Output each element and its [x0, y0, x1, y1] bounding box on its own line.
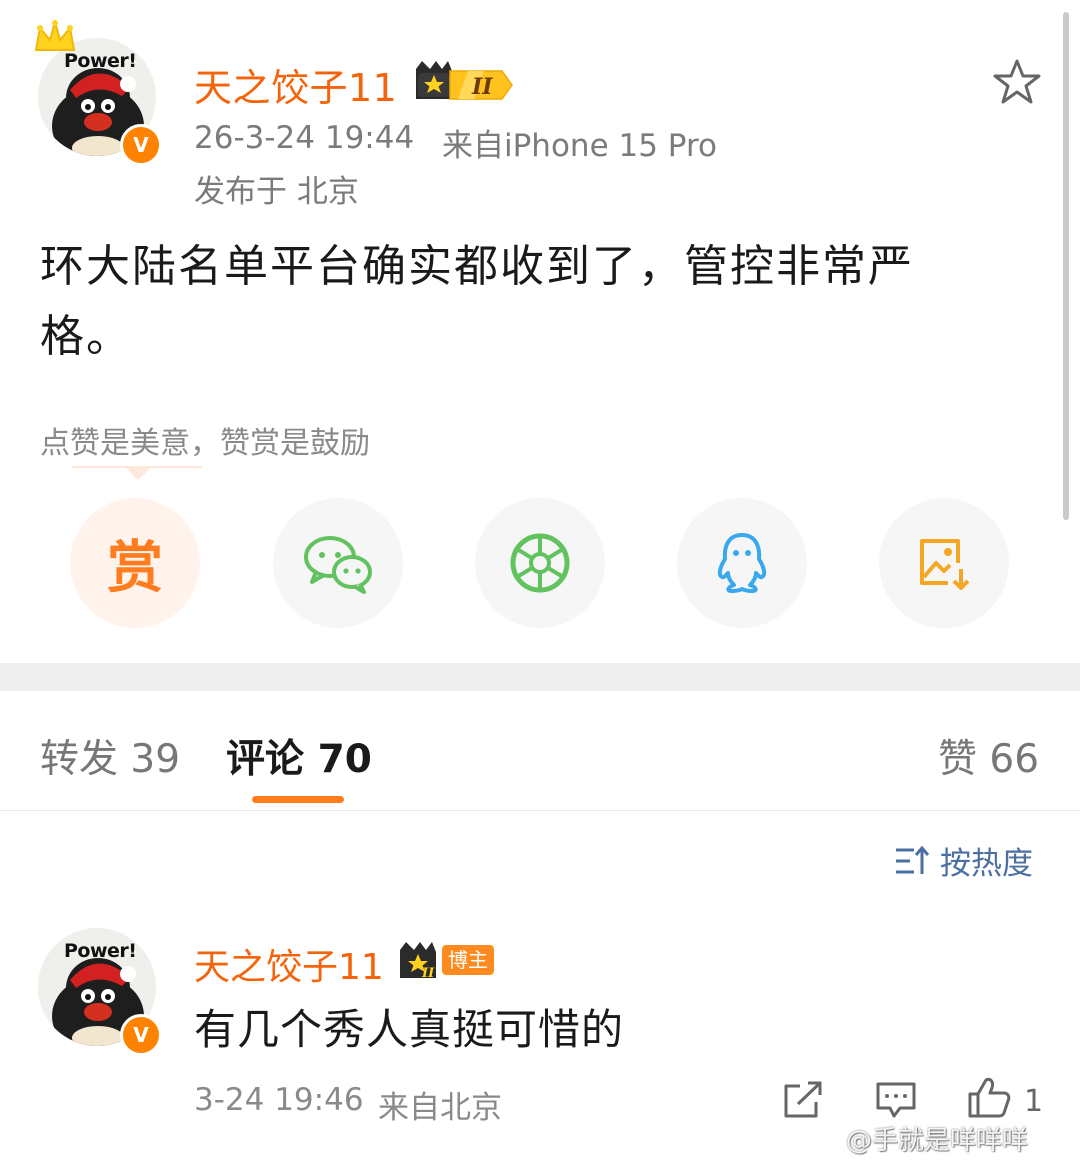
reward-button[interactable]: 赏 [70, 498, 200, 628]
active-tab-indicator [252, 796, 344, 803]
comment-text: 有几个秀人真挺可惜的 [194, 1005, 625, 1054]
verified-badge: V [120, 1014, 162, 1056]
sort-by-hot-button[interactable]: 按热度 [894, 838, 1033, 883]
comment-source: 来自北京 [378, 1090, 502, 1126]
avatar-power-text: Power! [64, 940, 137, 962]
level-number: II [421, 966, 435, 980]
share-wechat-button[interactable] [273, 498, 403, 628]
reward-tip-pointer [126, 468, 150, 480]
verified-badge: V [120, 124, 162, 166]
comment-avatar[interactable]: Power! V [38, 928, 162, 1056]
sort-icon [896, 845, 930, 874]
crown-icon [34, 20, 76, 51]
favorite-star-icon[interactable] [992, 58, 1042, 106]
tab-repost[interactable]: 转发 39 [40, 728, 180, 784]
post-source: 来自iPhone 15 Pro [442, 128, 717, 164]
like-icon[interactable] [966, 1076, 1012, 1120]
scrollbar[interactable] [1063, 12, 1069, 520]
reward-hint-text: 点赞是美意，赞赏是鼓励 [40, 426, 370, 461]
save-image-icon [920, 539, 970, 590]
level-number: II [471, 74, 493, 100]
share-qq-button[interactable] [677, 498, 807, 628]
blogger-badge: 博主 [442, 945, 494, 975]
share-icon[interactable] [782, 1080, 824, 1120]
like-count: 1 [1024, 1084, 1044, 1119]
post-body-text: 环大陆名单平台确实都收到了，管控非常严格。 [40, 241, 914, 362]
tabs-divider [0, 810, 1080, 811]
comment-time: 3-24 19:46 [194, 1082, 364, 1118]
comment-author-name[interactable]: 天之饺子11 [194, 938, 384, 990]
post-date: 26-3-24 19:44 [194, 120, 415, 156]
watermark: @手就是咩咩咩 [846, 1126, 1029, 1156]
vip-level-badge[interactable]: II [410, 59, 514, 103]
reward-icon: 赏 [107, 535, 163, 601]
post-author-name[interactable]: 天之饺子11 [194, 57, 397, 112]
moments-icon [510, 533, 570, 593]
tab-comment[interactable]: 评论 70 [226, 728, 372, 784]
tab-like[interactable]: 赞 66 [938, 728, 1039, 784]
save-image-button[interactable] [879, 498, 1009, 628]
section-separator [0, 663, 1080, 691]
vip-level-badge[interactable]: II [396, 940, 446, 980]
qq-icon [717, 533, 767, 593]
share-moments-button[interactable] [475, 498, 605, 628]
comment-icon[interactable] [874, 1080, 918, 1120]
sort-label: 按热度 [940, 846, 1033, 882]
post-location: 发布于 北京 [194, 174, 359, 210]
wechat-icon [304, 536, 372, 594]
post-avatar[interactable]: Power! V [34, 20, 162, 166]
